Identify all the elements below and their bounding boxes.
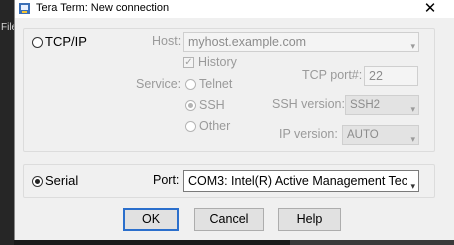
ssh-version-value: SSH2 [350,99,381,111]
ok-button[interactable]: OK [123,208,179,231]
tcp-port-input[interactable]: 22 [364,66,418,86]
chevron-down-icon: ▾ [410,134,415,144]
port-select[interactable]: COM3: Intel(R) Active Management Tec ▾ [183,170,419,192]
service-other-label[interactable]: Other [199,119,230,133]
title-bar[interactable]: Tera Term: New connection ✕ [15,0,454,18]
port-value: COM3: Intel(R) Active Management Tec [188,174,408,188]
host-value: myhost.example.com [188,35,307,49]
cancel-button[interactable]: Cancel [194,208,264,231]
chevron-down-icon[interactable]: ▾ [407,176,415,191]
window-title: Tera Term: New connection [36,2,170,14]
serial-radio[interactable] [32,176,43,187]
help-button[interactable]: Help [278,208,341,231]
serial-label[interactable]: Serial [45,173,78,188]
close-icon[interactable]: ✕ [419,0,441,18]
tcpip-label[interactable]: TCP/IP [45,34,87,49]
background-taskbar-fragment [290,240,454,245]
service-other-radio[interactable] [185,121,196,132]
service-label: Service: [136,77,182,91]
tcpip-radio[interactable] [32,37,43,48]
background-window [0,0,14,245]
service-telnet-label[interactable]: Telnet [199,77,232,91]
history-label[interactable]: History [198,55,237,69]
ip-version-label: IP version: [279,127,338,141]
service-telnet-radio[interactable] [185,79,196,90]
history-checkbox[interactable]: ✓ [183,57,194,68]
tera-term-icon [19,3,30,14]
new-connection-dialog: Tera Term: New connection ✕ TCP/IP Host:… [14,0,454,240]
host-input[interactable]: myhost.example.com ▾ [183,32,419,52]
service-ssh-label[interactable]: SSH [199,98,225,112]
ip-version-value: AUTO [347,129,379,141]
chevron-down-icon: ▾ [410,104,415,114]
ssh-version-label: SSH version: [272,97,345,111]
tcp-port-value: 22 [369,69,383,83]
tcp-port-label: TCP port#: [302,68,363,82]
chevron-down-icon[interactable]: ▾ [410,37,415,51]
host-label: Host: [152,34,182,48]
service-ssh-radio[interactable] [185,100,196,111]
port-label: Port: [153,173,180,187]
ip-version-select[interactable]: AUTO ▾ [342,125,419,145]
ssh-version-select[interactable]: SSH2 ▾ [345,95,419,115]
